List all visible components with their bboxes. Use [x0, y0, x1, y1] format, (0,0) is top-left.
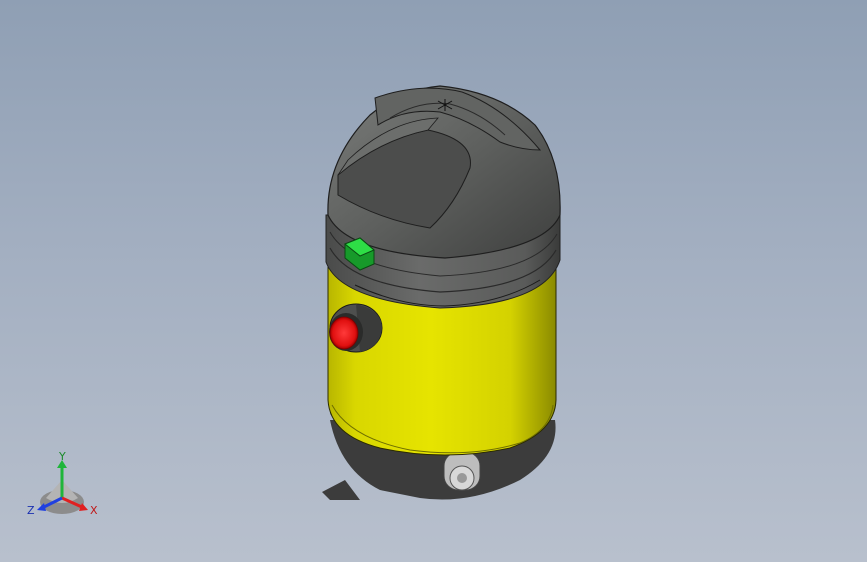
lid-dome	[327, 85, 561, 259]
vacuum-cleaner-model[interactable]	[0, 0, 867, 562]
graphics-viewport[interactable]: Y X Z	[0, 0, 867, 562]
suction-inlet	[329, 303, 383, 353]
z-axis-label: Z	[27, 504, 35, 517]
orientation-triad: Y X Z	[27, 450, 98, 517]
front-caster-wheel	[443, 451, 481, 491]
x-axis-label: X	[90, 504, 98, 517]
y-axis-label: Y	[58, 450, 66, 463]
